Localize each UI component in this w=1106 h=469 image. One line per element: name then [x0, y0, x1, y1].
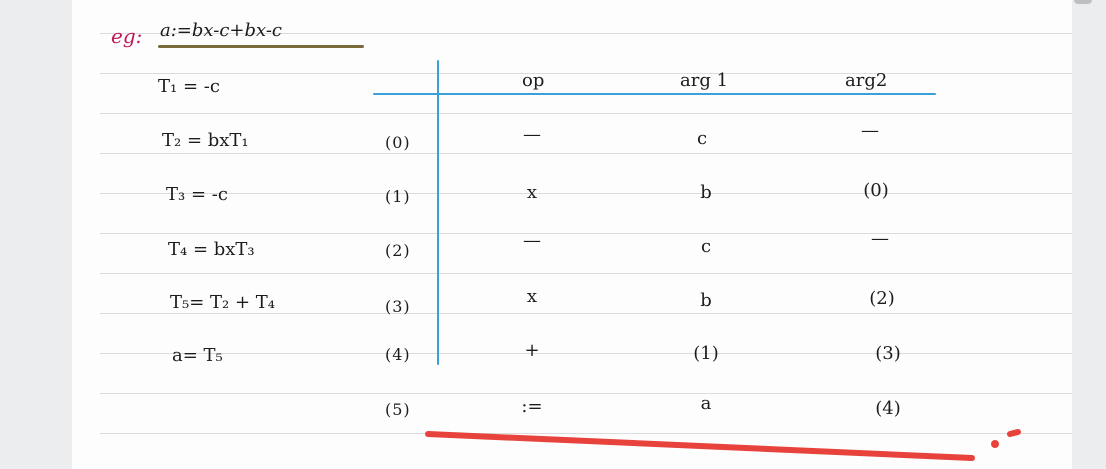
red-dot — [991, 440, 999, 448]
red-underline — [425, 431, 975, 461]
red-highlight-stroke — [425, 429, 1021, 461]
red-dash — [1007, 429, 1021, 437]
